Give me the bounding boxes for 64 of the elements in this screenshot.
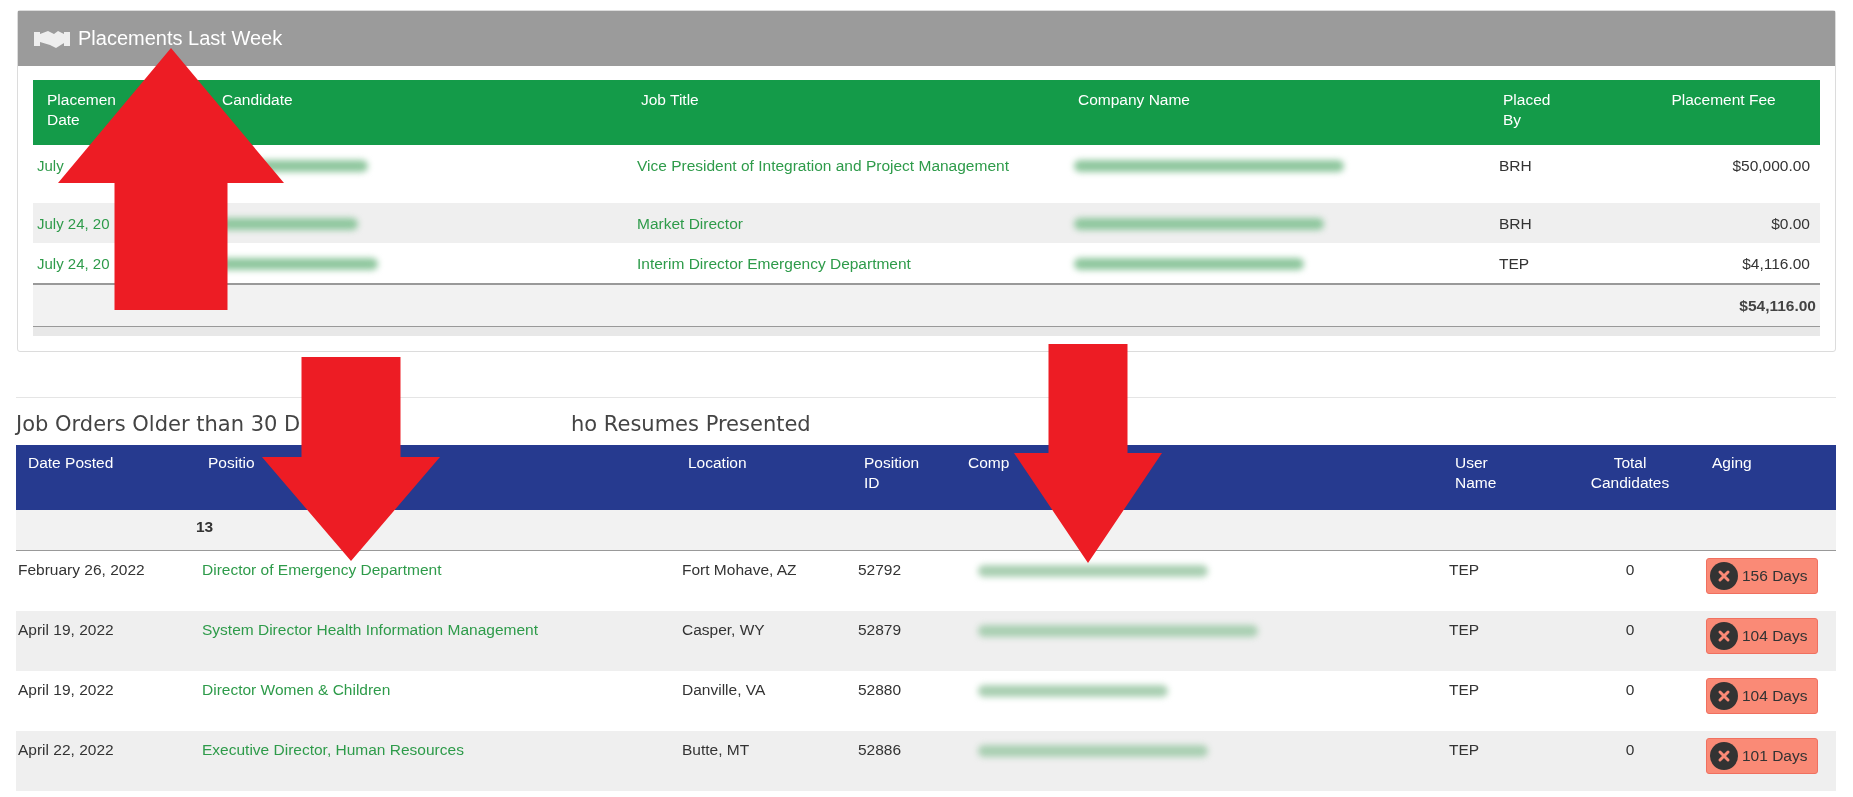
table-cell-text: February 26, 2022 bbox=[17, 560, 146, 580]
table-cell-text: $0.00 bbox=[1770, 214, 1811, 234]
position-link[interactable]: Director of Emergency Department bbox=[196, 551, 676, 611]
table-cell-text: TEP bbox=[1448, 560, 1481, 580]
total-amount: $54,116.00 bbox=[1739, 296, 1816, 315]
table-cell-text: Danville, VA bbox=[681, 680, 767, 700]
table-cell-text: $4,116.00 bbox=[1741, 254, 1811, 274]
table-cell-text: TEP bbox=[1448, 680, 1481, 700]
column-header: Placed By bbox=[1502, 90, 1552, 130]
table-cell-text: $50,000.00 bbox=[1731, 156, 1811, 176]
table-cell-text: TEP bbox=[1498, 254, 1531, 274]
close-icon bbox=[1710, 682, 1738, 710]
table-cell-text: TEP bbox=[1448, 740, 1481, 760]
table-cell-text: April 19, 2022 bbox=[17, 680, 115, 700]
section-title: Job Orders Older than 30 D bbox=[16, 412, 302, 436]
section-title: ho Resumes Presented bbox=[571, 412, 811, 436]
position-link[interactable]: System Director Health Information Management bbox=[196, 611, 676, 671]
date-link[interactable]: July bbox=[33, 145, 64, 178]
column-header: Placemen bbox=[47, 90, 117, 110]
table-cell-text: 52880 bbox=[857, 680, 903, 700]
aging-badge: 104 Days bbox=[1706, 678, 1819, 714]
job-title-link[interactable]: Market Director bbox=[627, 203, 1064, 243]
column-header: Aging bbox=[1711, 453, 1753, 473]
table-cell-text: April 19, 2022 bbox=[17, 620, 115, 640]
position-link[interactable]: Executive Director, Human Resources bbox=[196, 731, 676, 791]
table-cell-text: Casper, WY bbox=[681, 620, 766, 640]
date-link[interactable]: July 24, 20 bbox=[33, 203, 110, 236]
column-header: Date bbox=[47, 110, 81, 130]
column-header: Placement Fee bbox=[1670, 90, 1777, 110]
close-icon bbox=[1710, 562, 1738, 590]
column-header: Positio bbox=[207, 453, 256, 473]
column-header: Company Name bbox=[1077, 90, 1191, 110]
column-header: Location bbox=[687, 453, 748, 473]
table-cell-text: BRH bbox=[1498, 156, 1533, 176]
aging-badge: 101 Days bbox=[1706, 738, 1819, 774]
table-cell-text: 52879 bbox=[857, 620, 903, 640]
column-header: Candidate bbox=[221, 90, 294, 110]
column-header: Total Candidates bbox=[1589, 453, 1671, 493]
table-cell-text: TEP bbox=[1448, 620, 1481, 640]
date-link[interactable]: July 24, 20 bbox=[33, 243, 110, 276]
table-cell-text: 52886 bbox=[857, 740, 903, 760]
table-cell-text: April 22, 2022 bbox=[17, 740, 115, 760]
table-cell-text: 0 bbox=[1624, 740, 1636, 760]
column-header: User Name bbox=[1454, 453, 1498, 493]
job-title-link[interactable]: Interim Director Emergency Department bbox=[627, 243, 1064, 283]
row-count: 13 bbox=[196, 517, 215, 537]
job-title-link[interactable]: Vice President of Integration and Project Management bbox=[627, 145, 1064, 203]
position-link[interactable]: Director Women & Children bbox=[196, 671, 676, 731]
table-cell-text: 52792 bbox=[857, 560, 903, 580]
table-cell-text: 0 bbox=[1624, 560, 1636, 580]
table-cell-text: BRH bbox=[1498, 214, 1533, 234]
aging-badge: 156 Days bbox=[1706, 558, 1819, 594]
column-header: Date Posted bbox=[27, 453, 115, 473]
close-icon bbox=[1710, 622, 1738, 650]
panel-title: Placements Last Week bbox=[78, 27, 283, 50]
aging-badge: 104 Days bbox=[1706, 618, 1819, 654]
table-cell-text: Butte, MT bbox=[681, 740, 751, 760]
table-cell-text: Fort Mohave, AZ bbox=[681, 560, 798, 580]
column-header: Job Title bbox=[640, 90, 700, 110]
table-cell-text: 0 bbox=[1624, 620, 1636, 640]
table-cell-text: 0 bbox=[1624, 680, 1636, 700]
column-header: Comp bbox=[968, 453, 1010, 473]
close-icon bbox=[1710, 742, 1738, 770]
column-header: Position ID bbox=[863, 453, 921, 493]
